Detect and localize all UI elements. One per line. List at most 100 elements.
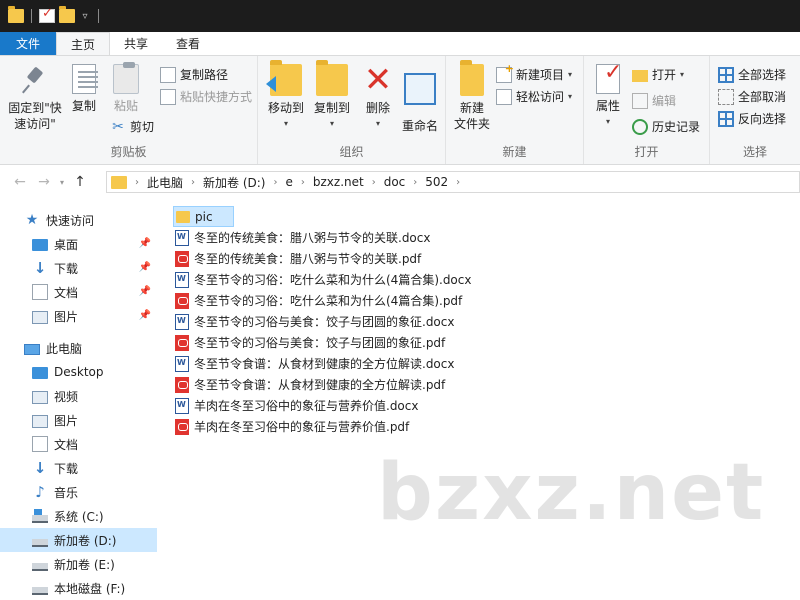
group-label-open: 打开 <box>634 145 659 159</box>
tab-home[interactable]: 主页 <box>56 32 111 55</box>
breadcrumb-502[interactable]: 502 <box>419 175 454 189</box>
nav-this-pc[interactable]: 此电脑 <box>0 336 157 360</box>
group-label-clipboard: 剪贴板 <box>110 145 147 159</box>
easy-access-label: 轻松访问 <box>516 90 565 104</box>
nav-drive-f[interactable]: 本地磁盘 (F:) <box>0 576 157 600</box>
pin-icon[interactable]: 📌 <box>139 310 151 321</box>
list-item[interactable]: 冬至节令的习俗与美食：饺子与团圆的象征.pdf <box>173 332 451 353</box>
copy-path-button[interactable]: 复制路径 <box>160 66 228 83</box>
back-arrow-icon[interactable]: ← <box>8 174 32 190</box>
select-none-label: 全部取消 <box>738 90 787 104</box>
drive-icon <box>32 539 48 547</box>
move-to-button[interactable]: 移动到 ▾ <box>264 60 308 132</box>
pin-icon[interactable]: 📌 <box>139 262 151 273</box>
properties-icon[interactable] <box>39 6 55 23</box>
breadcrumb-this-pc[interactable]: 此电脑 <box>141 174 189 191</box>
documents-icon <box>32 436 48 452</box>
list-item[interactable]: 冬至节令的习俗与美食：饺子与团圆的象征.docx <box>173 311 460 332</box>
nav-quick-access[interactable]: ★ 快速访问 <box>0 208 157 232</box>
list-item[interactable]: 冬至节令食谱：从食材到健康的全方位解读.docx <box>173 353 460 374</box>
list-item[interactable]: 冬至节令食谱：从食材到健康的全方位解读.pdf <box>173 374 451 395</box>
pin-icon[interactable]: 📌 <box>139 286 151 297</box>
list-item[interactable]: 冬至的传统美食：腊八粥与节令的关联.pdf <box>173 248 427 269</box>
invert-selection-icon <box>718 110 734 127</box>
invert-selection-button[interactable]: 反向选择 <box>718 110 786 127</box>
nav-pc-documents[interactable]: 文档 <box>0 432 157 456</box>
list-item[interactable]: 羊肉在冬至习俗中的象征与营养价值.docx <box>173 395 424 416</box>
recent-locations-chevron-icon[interactable]: ▾ <box>56 178 68 187</box>
folder-icon[interactable] <box>8 6 24 23</box>
new-folder-button[interactable]: 新建 文件夹 <box>450 60 494 132</box>
nav-label: 新加卷 (D:) <box>54 533 117 548</box>
chevron-right-icon[interactable]: › <box>454 177 462 188</box>
copy-path-icon <box>160 66 176 83</box>
nav-quick-downloads[interactable]: ↓ 下载 📌 <box>0 256 157 280</box>
breadcrumb-drive-d[interactable]: 新加卷 (D:) <box>197 174 271 191</box>
copy-to-label: 复制到 <box>313 101 350 115</box>
forward-arrow-icon[interactable]: → <box>32 174 56 190</box>
select-none-button[interactable]: 全部取消 <box>718 88 786 105</box>
tab-share[interactable]: 共享 <box>110 32 162 55</box>
tab-view[interactable]: 查看 <box>162 32 214 55</box>
customize-dropdown-icon[interactable]: ▿ <box>79 11 91 22</box>
nav-pc-desktop[interactable]: Desktop <box>0 360 157 384</box>
properties-button[interactable]: 属性 ▾ <box>590 64 626 130</box>
breadcrumb-e[interactable]: e <box>279 175 298 189</box>
nav-quick-pictures[interactable]: 图片 📌 <box>0 304 157 328</box>
nav-quick-documents[interactable]: 文档 📌 <box>0 280 157 304</box>
cut-button[interactable]: ✂ 剪切 <box>110 118 154 135</box>
open-button[interactable]: 打开 ▾ <box>632 66 684 83</box>
chevron-down-icon: ▾ <box>605 117 610 126</box>
chevron-right-icon[interactable]: › <box>189 177 197 188</box>
nav-pc-pictures[interactable]: 图片 <box>0 408 157 432</box>
invert-selection-label: 反向选择 <box>738 112 787 126</box>
breadcrumb-bzxz[interactable]: bzxz.net <box>307 175 370 189</box>
list-item[interactable]: 冬至节令的习俗：吃什么菜和为什么(4篇合集).pdf <box>173 290 468 311</box>
list-item-folder[interactable]: pic <box>173 206 234 227</box>
chevron-right-icon[interactable]: › <box>133 177 141 188</box>
breadcrumb-doc[interactable]: doc <box>378 175 412 189</box>
chevron-right-icon[interactable]: › <box>271 177 279 188</box>
new-item-button[interactable]: 新建项目 ▾ <box>496 62 572 83</box>
word-document-icon <box>175 313 189 330</box>
list-item[interactable]: 羊肉在冬至习俗中的象征与营养价值.pdf <box>173 416 415 437</box>
chevron-right-icon[interactable]: › <box>370 177 378 188</box>
tab-file[interactable]: 文件 <box>0 32 56 55</box>
chevron-right-icon[interactable]: › <box>411 177 419 188</box>
pin-icon[interactable]: 📌 <box>139 238 151 249</box>
video-icon <box>32 390 48 404</box>
pdf-document-icon <box>175 376 189 393</box>
nav-pc-videos[interactable]: 视频 <box>0 384 157 408</box>
edit-button[interactable]: 编辑 <box>632 92 676 109</box>
list-item[interactable]: 冬至节令的习俗：吃什么菜和为什么(4篇合集).docx <box>173 269 477 290</box>
open-label: 打开 <box>652 68 677 82</box>
copy-button[interactable]: 复制 <box>66 64 102 114</box>
nav-drive-c[interactable]: 系统 (C:) <box>0 504 157 528</box>
nav-pc-downloads[interactable]: ↓ 下载 <box>0 456 157 480</box>
rename-button[interactable]: 重命名 <box>398 64 442 134</box>
easy-access-icon <box>496 88 512 105</box>
chevron-right-icon[interactable]: › <box>299 177 307 188</box>
nav-drive-d[interactable]: 新加卷 (D:) <box>0 528 157 552</box>
paste-button[interactable]: 粘贴 <box>108 62 144 114</box>
address-bar[interactable]: › 此电脑 › 新加卷 (D:) › e › bzxz.net › doc › … <box>106 171 800 193</box>
copy-to-button[interactable]: 复制到 ▾ <box>310 60 354 132</box>
list-item[interactable]: 冬至的传统美食：腊八粥与节令的关联.docx <box>173 227 436 248</box>
group-label-organize: 组织 <box>339 145 364 159</box>
select-all-button[interactable]: 全部选择 <box>718 66 786 83</box>
new-folder-big-icon <box>460 60 484 96</box>
ribbon-tabs: 文件 主页 共享 查看 <box>0 32 800 55</box>
pin-quick-access-button[interactable]: 固定到"快 速访问" <box>4 64 66 132</box>
drive-icon <box>32 587 48 595</box>
pdf-document-icon <box>175 292 189 309</box>
easy-access-button[interactable]: 轻松访问 ▾ <box>496 88 572 105</box>
paste-shortcut-button[interactable]: 粘贴快捷方式 <box>160 88 252 105</box>
nav-pc-music[interactable]: ♪ 音乐 <box>0 480 157 504</box>
history-button[interactable]: 历史记录 <box>632 118 700 135</box>
nav-quick-desktop[interactable]: 桌面 📌 <box>0 232 157 256</box>
delete-button[interactable]: ✕ 删除 ▾ <box>360 63 396 132</box>
navigation-pane: ★ 快速访问 桌面 📌 ↓ 下载 📌 文档 📌 图片 📌 此电脑 Desktop… <box>0 198 157 600</box>
new-folder-icon[interactable] <box>59 6 75 23</box>
up-arrow-icon[interactable]: ↑ <box>68 174 92 190</box>
nav-drive-e[interactable]: 新加卷 (E:) <box>0 552 157 576</box>
